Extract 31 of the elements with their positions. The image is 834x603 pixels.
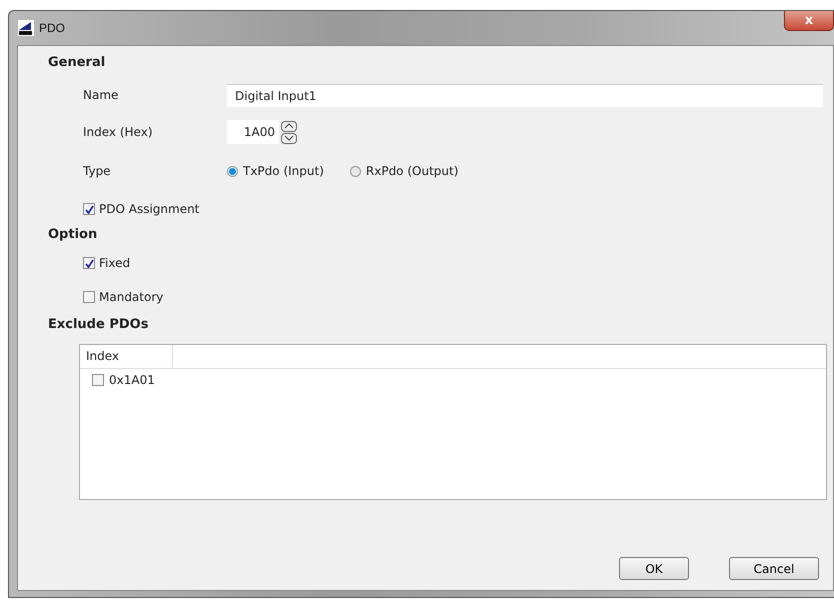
ok-button[interactable]: OK <box>619 557 689 580</box>
window-title: PDO <box>39 21 66 35</box>
field-label: Type <box>83 164 112 178</box>
section-heading: Exclude PDOs <box>48 316 150 334</box>
checkbox-label: Fixed <box>99 256 130 270</box>
checkbox[interactable] <box>83 257 95 269</box>
app-logo-icon <box>17 19 35 37</box>
chevron-down-icon <box>284 135 294 141</box>
radio-label: RxPdo (Output) <box>366 164 458 178</box>
check-mark-icon <box>84 204 94 214</box>
cancel-button[interactable]: Cancel <box>729 557 819 580</box>
section-heading: Option <box>48 226 98 244</box>
column-header[interactable]: Index <box>80 345 173 368</box>
field-label: Index (Hex) <box>83 125 154 139</box>
index-field[interactable]: 1A00 <box>227 120 279 144</box>
radio-button[interactable] <box>227 166 238 176</box>
checkbox-label: Mandatory <box>99 290 164 304</box>
name-field[interactable]: Digital Input1 <box>227 84 823 106</box>
section-heading: General <box>48 54 106 72</box>
chevron-up-icon <box>284 123 294 129</box>
check-mark-icon <box>84 258 94 268</box>
checkbox[interactable] <box>92 374 104 386</box>
spin-down-button[interactable] <box>281 132 297 144</box>
spin-up-button[interactable] <box>281 120 297 132</box>
radio-button[interactable] <box>350 166 361 176</box>
checkbox-label: PDO Assignment <box>99 202 200 216</box>
radio-label: TxPdo (Input) <box>243 164 324 178</box>
checkbox[interactable] <box>83 291 95 303</box>
checkbox[interactable] <box>83 203 95 215</box>
list-item-label: 0x1A01 <box>109 373 155 387</box>
field-label: Name <box>83 88 120 102</box>
